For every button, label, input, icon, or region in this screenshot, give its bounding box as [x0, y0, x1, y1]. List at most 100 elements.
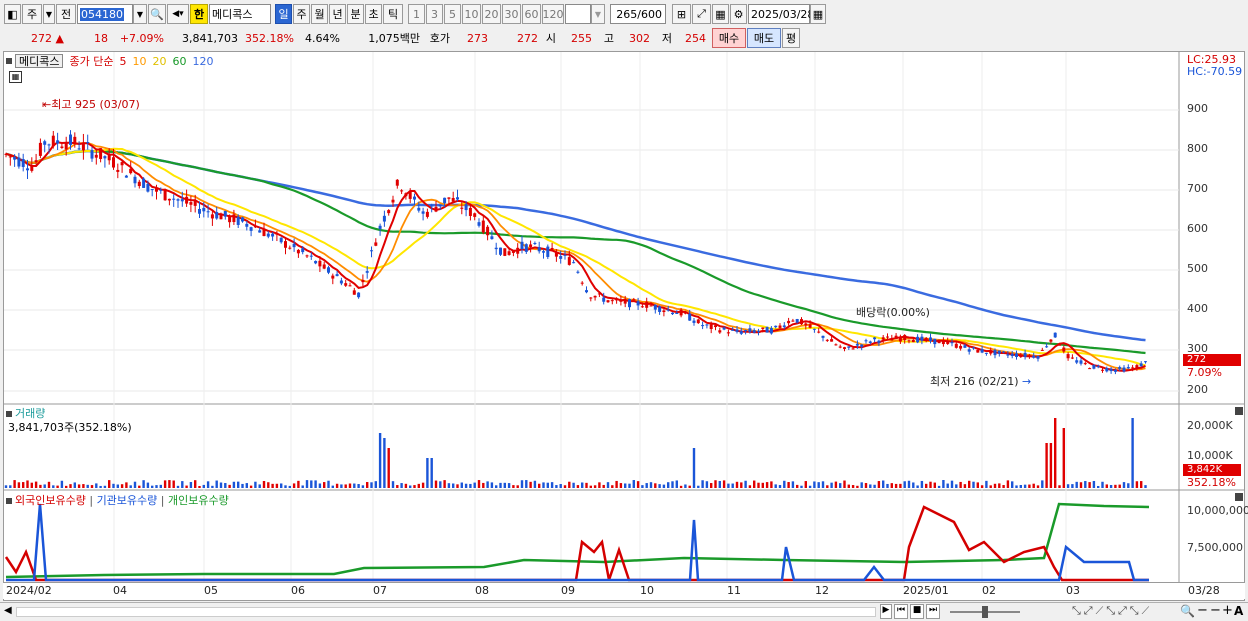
candle-body: [692, 320, 696, 323]
scroll-left-icon[interactable]: ◀: [4, 605, 14, 619]
candle-body: [761, 327, 765, 329]
volume-bar: [361, 485, 365, 488]
zoom-in-icon[interactable]: +: [1222, 603, 1233, 618]
candle-body: [847, 346, 851, 348]
sell-button[interactable]: 매도: [747, 28, 781, 48]
volume-bar: [559, 484, 562, 488]
interval-20-button[interactable]: 20: [482, 4, 501, 24]
stock-code-input[interactable]: 054180: [77, 4, 133, 24]
period-second-button[interactable]: 초: [365, 4, 382, 24]
volume-bar: [654, 483, 657, 488]
date-input[interactable]: 2025/03/28: [748, 4, 814, 24]
candle-body: [546, 246, 550, 257]
interval-3-button[interactable]: 3: [426, 4, 443, 24]
draw-tool-icon[interactable]: ⤢: [692, 4, 711, 24]
period-year-button[interactable]: 년: [329, 4, 346, 24]
scroll-right-icon[interactable]: ▶: [880, 604, 892, 619]
magnify-icon[interactable]: 🔍: [1180, 604, 1195, 618]
candle-body: [1062, 347, 1066, 352]
interval-5-button[interactable]: 5: [444, 4, 461, 24]
volume-bar: [447, 483, 451, 488]
close-icon[interactable]: [1235, 493, 1243, 501]
interval-input[interactable]: [565, 4, 591, 24]
period-tick-button[interactable]: 틱: [383, 4, 403, 24]
panel-close-icon[interactable]: [6, 58, 12, 64]
table-icon[interactable]: ▦: [9, 71, 22, 83]
type-select[interactable]: 주: [22, 4, 42, 24]
minus-icon[interactable]: −: [1210, 603, 1221, 618]
volume-bar: [512, 485, 515, 488]
candle-body: [576, 271, 580, 273]
candle-body: [374, 242, 378, 246]
candle-body: [309, 255, 313, 257]
window-icon[interactable]: ◧: [4, 4, 21, 24]
chart-tool-icon[interactable]: ⊞: [672, 4, 691, 24]
panel-close-icon[interactable]: [6, 498, 12, 504]
candle-body: [1070, 357, 1074, 359]
buy-button[interactable]: 매수: [712, 28, 746, 48]
volume-bar: [258, 484, 261, 488]
candle-body: [21, 159, 25, 167]
period-day-button[interactable]: 일: [275, 4, 292, 24]
interval-10-button[interactable]: 10: [462, 4, 481, 24]
volume-bar: [469, 483, 472, 488]
volume-bar: [589, 485, 592, 488]
chart-canvas[interactable]: [4, 52, 1244, 600]
zoom-slider-handle[interactable]: [982, 606, 988, 618]
draw-tools-icon[interactable]: ⤡⤢⟋⤡⤢⤡⟋: [1072, 604, 1184, 619]
interval-60-button[interactable]: 60: [522, 4, 541, 24]
interval-1-button[interactable]: 1: [408, 4, 425, 24]
search-icon[interactable]: 🔍: [148, 4, 166, 24]
volume-bar: [1140, 481, 1143, 488]
volume-bar: [112, 483, 115, 488]
volume-bar: [877, 481, 881, 488]
forward-icon[interactable]: ⏭: [926, 604, 940, 619]
font-size-icon[interactable]: A: [1234, 604, 1243, 618]
volume-bar: [383, 438, 386, 488]
zoom-out-icon[interactable]: −: [1197, 603, 1208, 618]
chart-area[interactable]: [3, 51, 1245, 601]
volume-bar: [1144, 485, 1147, 488]
ytick-200: 200: [1187, 383, 1208, 396]
speaker-icon[interactable]: ◀▾: [167, 4, 189, 24]
candle-body: [597, 293, 601, 295]
volume-bar: [585, 482, 588, 488]
volume-bar: [916, 485, 919, 488]
grid-icon[interactable]: ▦: [712, 4, 729, 24]
eval-button[interactable]: 평: [782, 28, 800, 48]
gear-icon[interactable]: ⚙: [730, 4, 747, 24]
candle-body: [477, 222, 481, 226]
chevron-down-icon[interactable]: ▼: [43, 4, 55, 24]
candle-body: [714, 325, 717, 328]
candle-body: [77, 148, 81, 150]
candle-body: [1122, 367, 1126, 372]
close-icon[interactable]: [1235, 407, 1243, 415]
rewind-icon[interactable]: ⏮: [894, 604, 908, 619]
candle-body: [26, 168, 29, 171]
prev-button[interactable]: 전: [56, 4, 76, 24]
period-month-button[interactable]: 월: [311, 4, 328, 24]
han-button[interactable]: 한: [190, 4, 208, 24]
volume-bar: [701, 480, 704, 488]
candle-body: [262, 228, 266, 237]
candle-body: [830, 339, 834, 342]
period-minute-button[interactable]: 분: [347, 4, 364, 24]
chevron-down-icon[interactable]: ▼: [133, 4, 147, 24]
volume-bar: [1019, 485, 1022, 488]
count-field[interactable]: 265/600: [610, 4, 666, 24]
scrollbar-track[interactable]: [16, 607, 876, 617]
period-week-button[interactable]: 주: [293, 4, 310, 24]
volume-bar: [894, 483, 898, 488]
candle-body: [804, 323, 808, 326]
candle-body: [503, 248, 507, 256]
calendar-icon[interactable]: ▦: [810, 4, 826, 24]
stop-icon[interactable]: ■: [910, 604, 924, 619]
panel-close-icon[interactable]: [6, 411, 12, 417]
interval-30-button[interactable]: 30: [502, 4, 521, 24]
candle-body: [486, 226, 490, 236]
candle-body: [911, 339, 915, 343]
interval-120-button[interactable]: 120: [542, 4, 564, 24]
chevron-down-icon[interactable]: ▼: [591, 4, 605, 24]
candle-body: [189, 202, 193, 205]
hold-ytick-10m: 10,000,000: [1187, 504, 1248, 517]
